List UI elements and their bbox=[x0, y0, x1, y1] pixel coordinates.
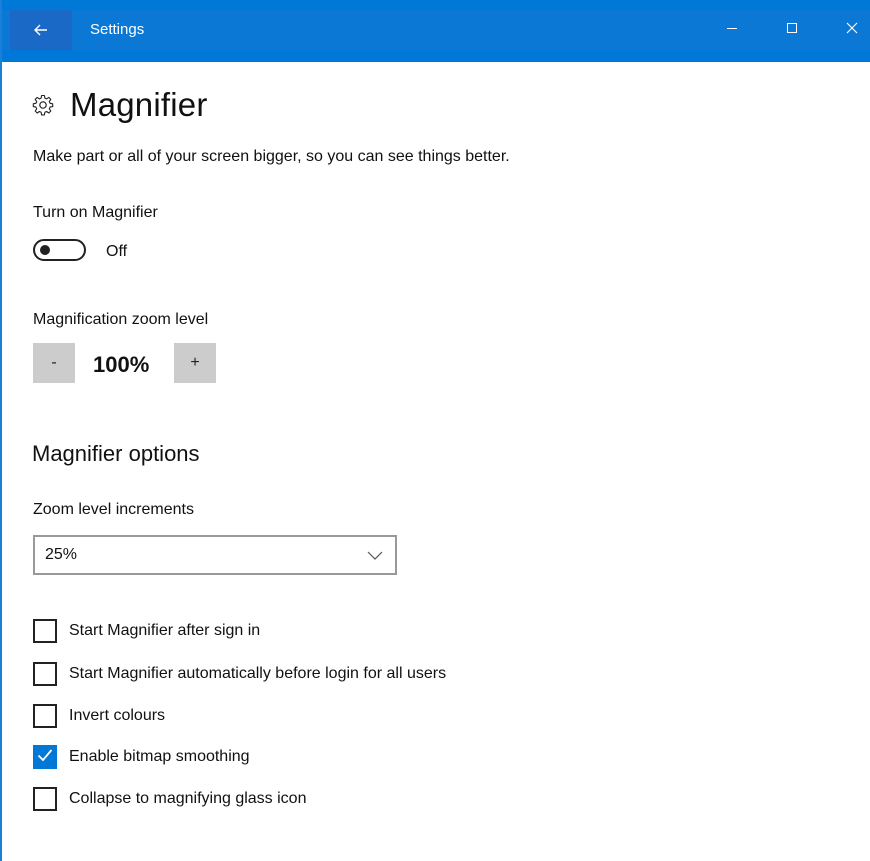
close-icon bbox=[846, 21, 858, 39]
zoom-increments-value: 25% bbox=[45, 546, 78, 563]
page-description: Make part or all of your screen bigger, … bbox=[33, 148, 510, 165]
zoom-increase-button[interactable]: + bbox=[174, 343, 216, 383]
options-section-title: Magnifier options bbox=[32, 441, 200, 466]
checkbox-box[interactable] bbox=[33, 704, 57, 728]
zoom-decrease-label: - bbox=[51, 354, 57, 371]
page-header: Magnifier bbox=[32, 86, 208, 124]
zoom-increase-label: + bbox=[190, 354, 200, 371]
checkbox-box[interactable] bbox=[33, 619, 57, 643]
checkbox-box[interactable] bbox=[33, 745, 57, 769]
toggle-knob bbox=[40, 245, 50, 255]
checkbox-box[interactable] bbox=[33, 787, 57, 811]
toggle-state-text: Off bbox=[106, 243, 128, 260]
back-button[interactable] bbox=[10, 10, 72, 50]
window-title: Settings bbox=[90, 21, 145, 38]
checkbox-start-before-login[interactable]: Start Magnifier automatically before log… bbox=[33, 662, 446, 686]
checkmark-icon bbox=[37, 748, 53, 767]
back-arrow-icon bbox=[34, 24, 48, 36]
title-bar: Settings bbox=[2, 0, 870, 62]
zoom-level-label: Magnification zoom level bbox=[33, 311, 209, 328]
checkbox-label: Collapse to magnifying glass icon bbox=[69, 790, 307, 807]
minimize-icon bbox=[726, 21, 738, 39]
zoom-value: 100% bbox=[93, 352, 150, 377]
checkbox-label: Start Magnifier after sign in bbox=[69, 622, 261, 639]
checkbox-box[interactable] bbox=[33, 662, 57, 686]
checkbox-collapse-to-glass[interactable]: Collapse to magnifying glass icon bbox=[33, 787, 306, 811]
checkbox-label: Enable bitmap smoothing bbox=[69, 748, 250, 765]
zoom-increments-label: Zoom level increments bbox=[33, 501, 194, 518]
zoom-increments-select[interactable]: 25% bbox=[33, 535, 397, 575]
checkbox-invert-colours[interactable]: Invert colours bbox=[33, 704, 165, 728]
checkbox-label: Invert colours bbox=[69, 707, 166, 724]
checkbox-start-after-sign-in[interactable]: Start Magnifier after sign in bbox=[33, 619, 260, 643]
checkbox-bitmap-smoothing[interactable]: Enable bitmap smoothing bbox=[33, 745, 250, 769]
maximize-icon bbox=[786, 21, 798, 39]
checkbox-label: Start Magnifier automatically before log… bbox=[69, 665, 447, 682]
gear-icon bbox=[32, 94, 54, 116]
chevron-down-icon bbox=[367, 549, 383, 561]
page-title: Magnifier bbox=[70, 86, 208, 123]
magnifier-toggle-label: Turn on Magnifier bbox=[33, 204, 158, 221]
zoom-decrease-button[interactable]: - bbox=[33, 343, 75, 383]
maximize-button[interactable] bbox=[769, 10, 815, 50]
magnifier-toggle[interactable] bbox=[33, 239, 86, 261]
minimize-button[interactable] bbox=[709, 10, 755, 50]
close-button[interactable] bbox=[829, 10, 870, 50]
settings-window: Settings Magnifier Make part or all of y… bbox=[0, 0, 870, 861]
